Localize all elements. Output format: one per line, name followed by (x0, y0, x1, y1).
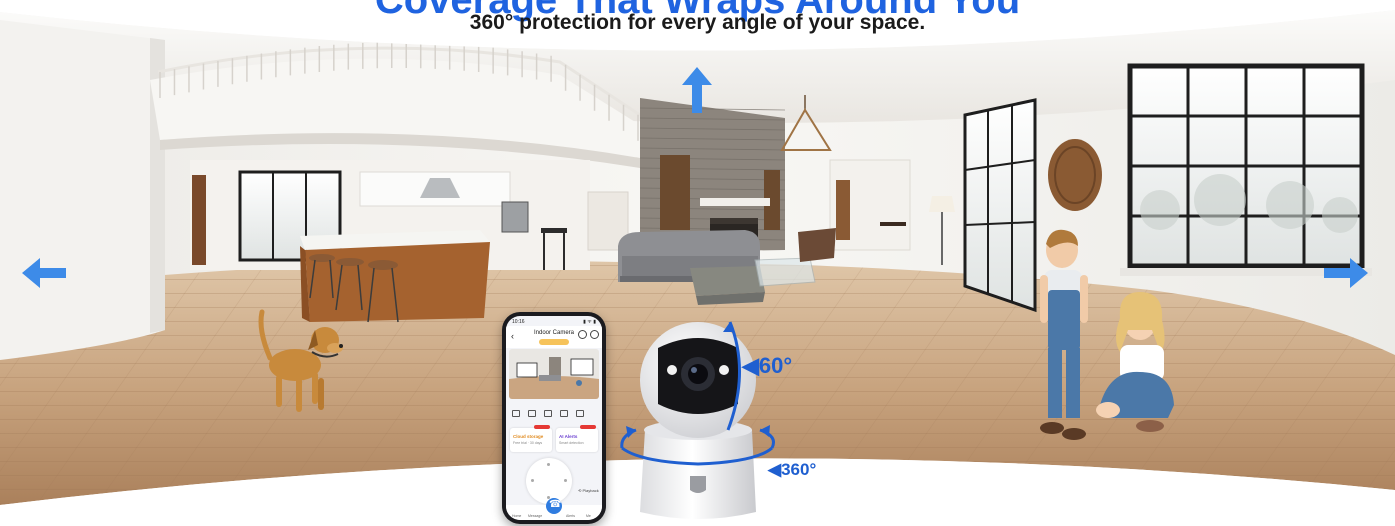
call-button[interactable] (546, 498, 562, 514)
nav-me[interactable]: Me (586, 514, 591, 518)
quality-icon[interactable] (560, 410, 568, 417)
video-toolbar (510, 408, 598, 418)
cloud-storage-card[interactable]: Cloud storage Free trial · 30 days (510, 425, 552, 452)
live-video-feed[interactable] (509, 349, 599, 399)
card-tag (534, 425, 550, 429)
headline-subtitle: 360° protection for every angle of your … (469, 11, 926, 34)
tilt-angle-label: ◀60° (742, 353, 793, 378)
arrow-up-icon (682, 67, 712, 113)
nav-home[interactable]: Home (512, 514, 521, 518)
nav-message[interactable]: Message (528, 514, 542, 518)
speaker-icon[interactable] (544, 410, 552, 417)
card-title: Cloud storage (513, 434, 544, 439)
card-tag (580, 425, 596, 429)
panorama-banner: Coverage That Wraps Around You 360° prot… (0, 0, 1395, 526)
card-subtitle: Free trial · 30 days (513, 441, 543, 445)
bottom-nav: Home Message Alerts Me (506, 498, 602, 520)
card-title: AI Alerts (559, 434, 578, 439)
phone-mockup: 10:16 ▮ ᯤ ▮ ‹ Indoor Camera Cloud storag… (502, 312, 606, 524)
status-badge (539, 339, 569, 345)
snapshot-icon[interactable] (512, 410, 520, 417)
arrow-right-icon (1324, 258, 1368, 288)
pan-tilt-camera (620, 321, 775, 519)
fullscreen-icon[interactable] (576, 410, 584, 417)
arrow-left-icon (22, 258, 66, 288)
pan-angle-label: ◀360° (768, 460, 817, 479)
card-subtitle: Smart detection (559, 441, 584, 445)
camera-app-screen: 10:16 ▮ ᯤ ▮ ‹ Indoor Camera Cloud storag… (506, 316, 602, 520)
nav-alerts[interactable]: Alerts (566, 514, 575, 518)
ptz-direction-pad[interactable] (526, 458, 572, 504)
app-title: Indoor Camera (533, 330, 575, 336)
ai-alerts-card[interactable]: AI Alerts Smart detection (556, 425, 598, 452)
status-time: 10:16 (512, 319, 525, 325)
status-icons: ▮ ᯤ ▮ (583, 319, 596, 325)
settings-icon[interactable] (578, 330, 587, 339)
feature-cards: Cloud storage Free trial · 30 days AI Al… (510, 425, 598, 454)
app-header: ‹ Indoor Camera (506, 326, 602, 348)
record-icon[interactable] (528, 410, 536, 417)
playback-button[interactable]: ⟲ Playback (578, 488, 599, 493)
more-icon[interactable] (590, 330, 599, 339)
